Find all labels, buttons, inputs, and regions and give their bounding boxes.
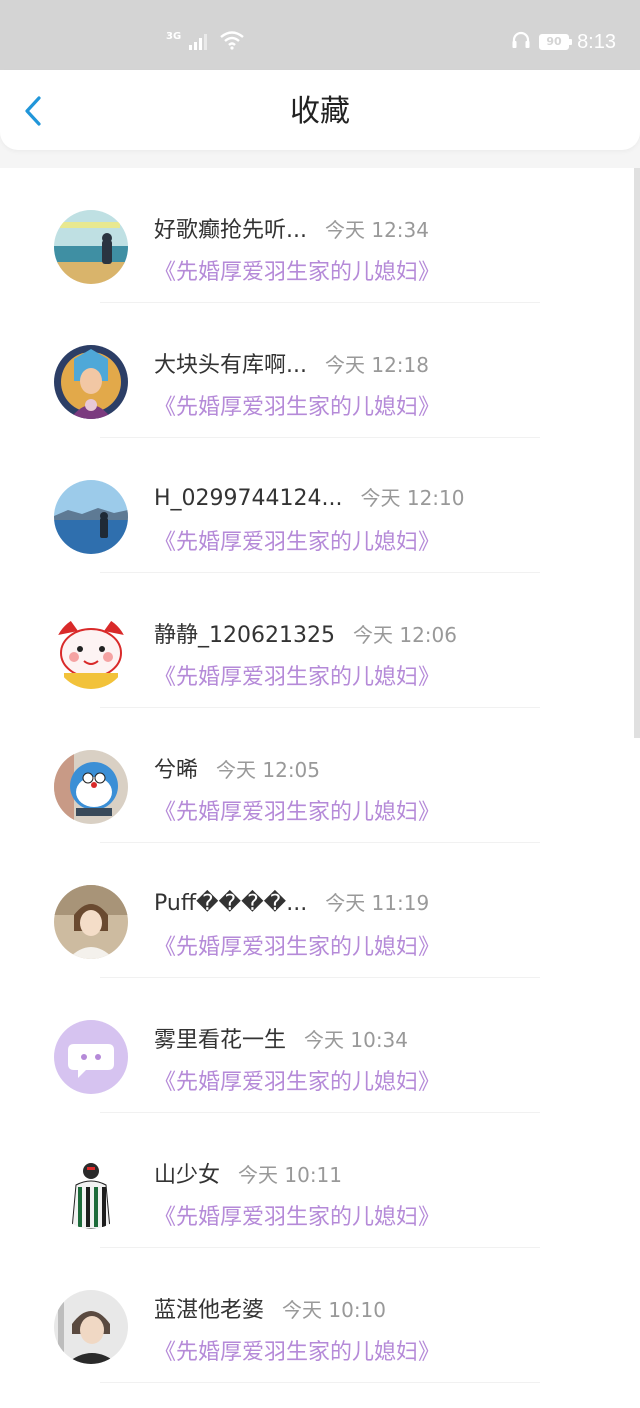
status-bar-left: 3G xyxy=(166,30,245,54)
avatar xyxy=(54,345,128,419)
list-item[interactable]: 山少女 今天 10:11 《先婚厚爱羽生家的儿媳妇》 xyxy=(0,1113,640,1248)
item-header: 兮晞 今天 12:05 xyxy=(154,752,320,784)
timestamp: 今天 10:34 xyxy=(304,1028,409,1052)
avatar xyxy=(54,1020,128,1094)
book-title[interactable]: 《先婚厚爱羽生家的儿媳妇》 xyxy=(154,659,440,691)
chat-bubble-icon xyxy=(54,1020,128,1094)
book-title[interactable]: 《先婚厚爱羽生家的儿媳妇》 xyxy=(154,1334,440,1366)
user-name: 雾里看花一生 xyxy=(154,1028,287,1053)
book-title[interactable]: 《先婚厚爱羽生家的儿媳妇》 xyxy=(154,1064,440,1096)
list-item[interactable]: 好歌癫抢先听... 今天 12:34 《先婚厚爱羽生家的儿媳妇》 xyxy=(0,168,640,303)
avatar xyxy=(54,1155,128,1229)
divider xyxy=(100,1382,540,1383)
item-header: Puff����... 今天 11:19 xyxy=(154,887,429,916)
list-item[interactable]: 雾里看花一生 今天 10:34 《先婚厚爱羽生家的儿媳妇》 xyxy=(0,978,640,1113)
book-title[interactable]: 《先婚厚爱羽生家的儿媳妇》 xyxy=(154,254,440,286)
book-title[interactable]: 《先婚厚爱羽生家的儿媳妇》 xyxy=(154,1199,440,1231)
user-name: 山少女 xyxy=(154,1163,221,1188)
list-item[interactable]: Puff����... 今天 11:19 《先婚厚爱羽生家的儿媳妇》 xyxy=(0,843,640,978)
status-bar: 3G 90 8:13 xyxy=(0,0,640,70)
wifi-icon xyxy=(219,30,245,54)
timestamp: 今天 12:34 xyxy=(324,218,429,242)
user-name: 好歌癫抢先听... xyxy=(154,218,307,243)
timestamp: 今天 12:06 xyxy=(352,623,457,647)
item-header: 好歌癫抢先听... 今天 12:34 xyxy=(154,212,429,244)
scrollbar[interactable] xyxy=(634,168,640,738)
user-name: 蓝湛他老婆 xyxy=(154,1298,265,1323)
item-header: 雾里看花一生 今天 10:34 xyxy=(154,1022,408,1054)
headphones-icon xyxy=(511,30,531,54)
timestamp: 今天 12:05 xyxy=(216,758,321,782)
avatar xyxy=(54,1290,128,1364)
battery-icon: 90 xyxy=(539,34,573,50)
timestamp: 今天 10:11 xyxy=(238,1163,343,1187)
user-name: H_0299744124... xyxy=(154,486,343,511)
signal-icon xyxy=(189,32,211,54)
list-item[interactable]: H_0299744124... 今天 12:10 《先婚厚爱羽生家的儿媳妇》 xyxy=(0,438,640,573)
user-name: 静静_120621325 xyxy=(154,623,335,648)
item-header: 蓝湛他老婆 今天 10:10 xyxy=(154,1292,386,1324)
avatar xyxy=(54,210,128,284)
book-title[interactable]: 《先婚厚爱羽生家的儿媳妇》 xyxy=(154,929,440,961)
timestamp: 今天 12:18 xyxy=(324,353,429,377)
avatar xyxy=(54,615,128,689)
timestamp: 今天 12:10 xyxy=(360,486,465,510)
list-item[interactable]: 蓝湛他老婆 今天 10:10 《先婚厚爱羽生家的儿媳妇》 xyxy=(0,1248,640,1383)
status-bar-right: 90 8:13 xyxy=(511,30,616,54)
user-name: 大块头有库啊... xyxy=(154,353,307,378)
avatar xyxy=(54,885,128,959)
header: 收藏 xyxy=(0,70,640,150)
list-item[interactable]: 静静_120621325 今天 12:06 《先婚厚爱羽生家的儿媳妇》 xyxy=(0,573,640,708)
avatar xyxy=(54,750,128,824)
item-header: H_0299744124... 今天 12:10 xyxy=(154,482,465,511)
user-name: 兮晞 xyxy=(154,758,199,783)
status-time: 8:13 xyxy=(577,30,616,53)
network-type: 3G xyxy=(166,31,182,42)
timestamp: 今天 10:10 xyxy=(282,1298,387,1322)
item-header: 静静_120621325 今天 12:06 xyxy=(154,617,457,649)
page-title: 收藏 xyxy=(290,94,350,129)
list-item[interactable]: 大块头有库啊... 今天 12:18 《先婚厚爱羽生家的儿媳妇》 xyxy=(0,303,640,438)
list-item[interactable]: 兮晞 今天 12:05 《先婚厚爱羽生家的儿媳妇》 xyxy=(0,708,640,843)
book-title[interactable]: 《先婚厚爱羽生家的儿媳妇》 xyxy=(154,794,440,826)
user-name: Puff����... xyxy=(154,891,308,916)
timestamp: 今天 11:19 xyxy=(325,891,430,915)
avatar xyxy=(54,480,128,554)
item-header: 大块头有库啊... 今天 12:18 xyxy=(154,347,429,379)
item-header: 山少女 今天 10:11 xyxy=(154,1157,342,1189)
book-title[interactable]: 《先婚厚爱羽生家的儿媳妇》 xyxy=(154,524,440,556)
favorites-list: 好歌癫抢先听... 今天 12:34 《先婚厚爱羽生家的儿媳妇》 大块头有库啊.… xyxy=(0,168,640,1408)
book-title[interactable]: 《先婚厚爱羽生家的儿媳妇》 xyxy=(154,389,440,421)
